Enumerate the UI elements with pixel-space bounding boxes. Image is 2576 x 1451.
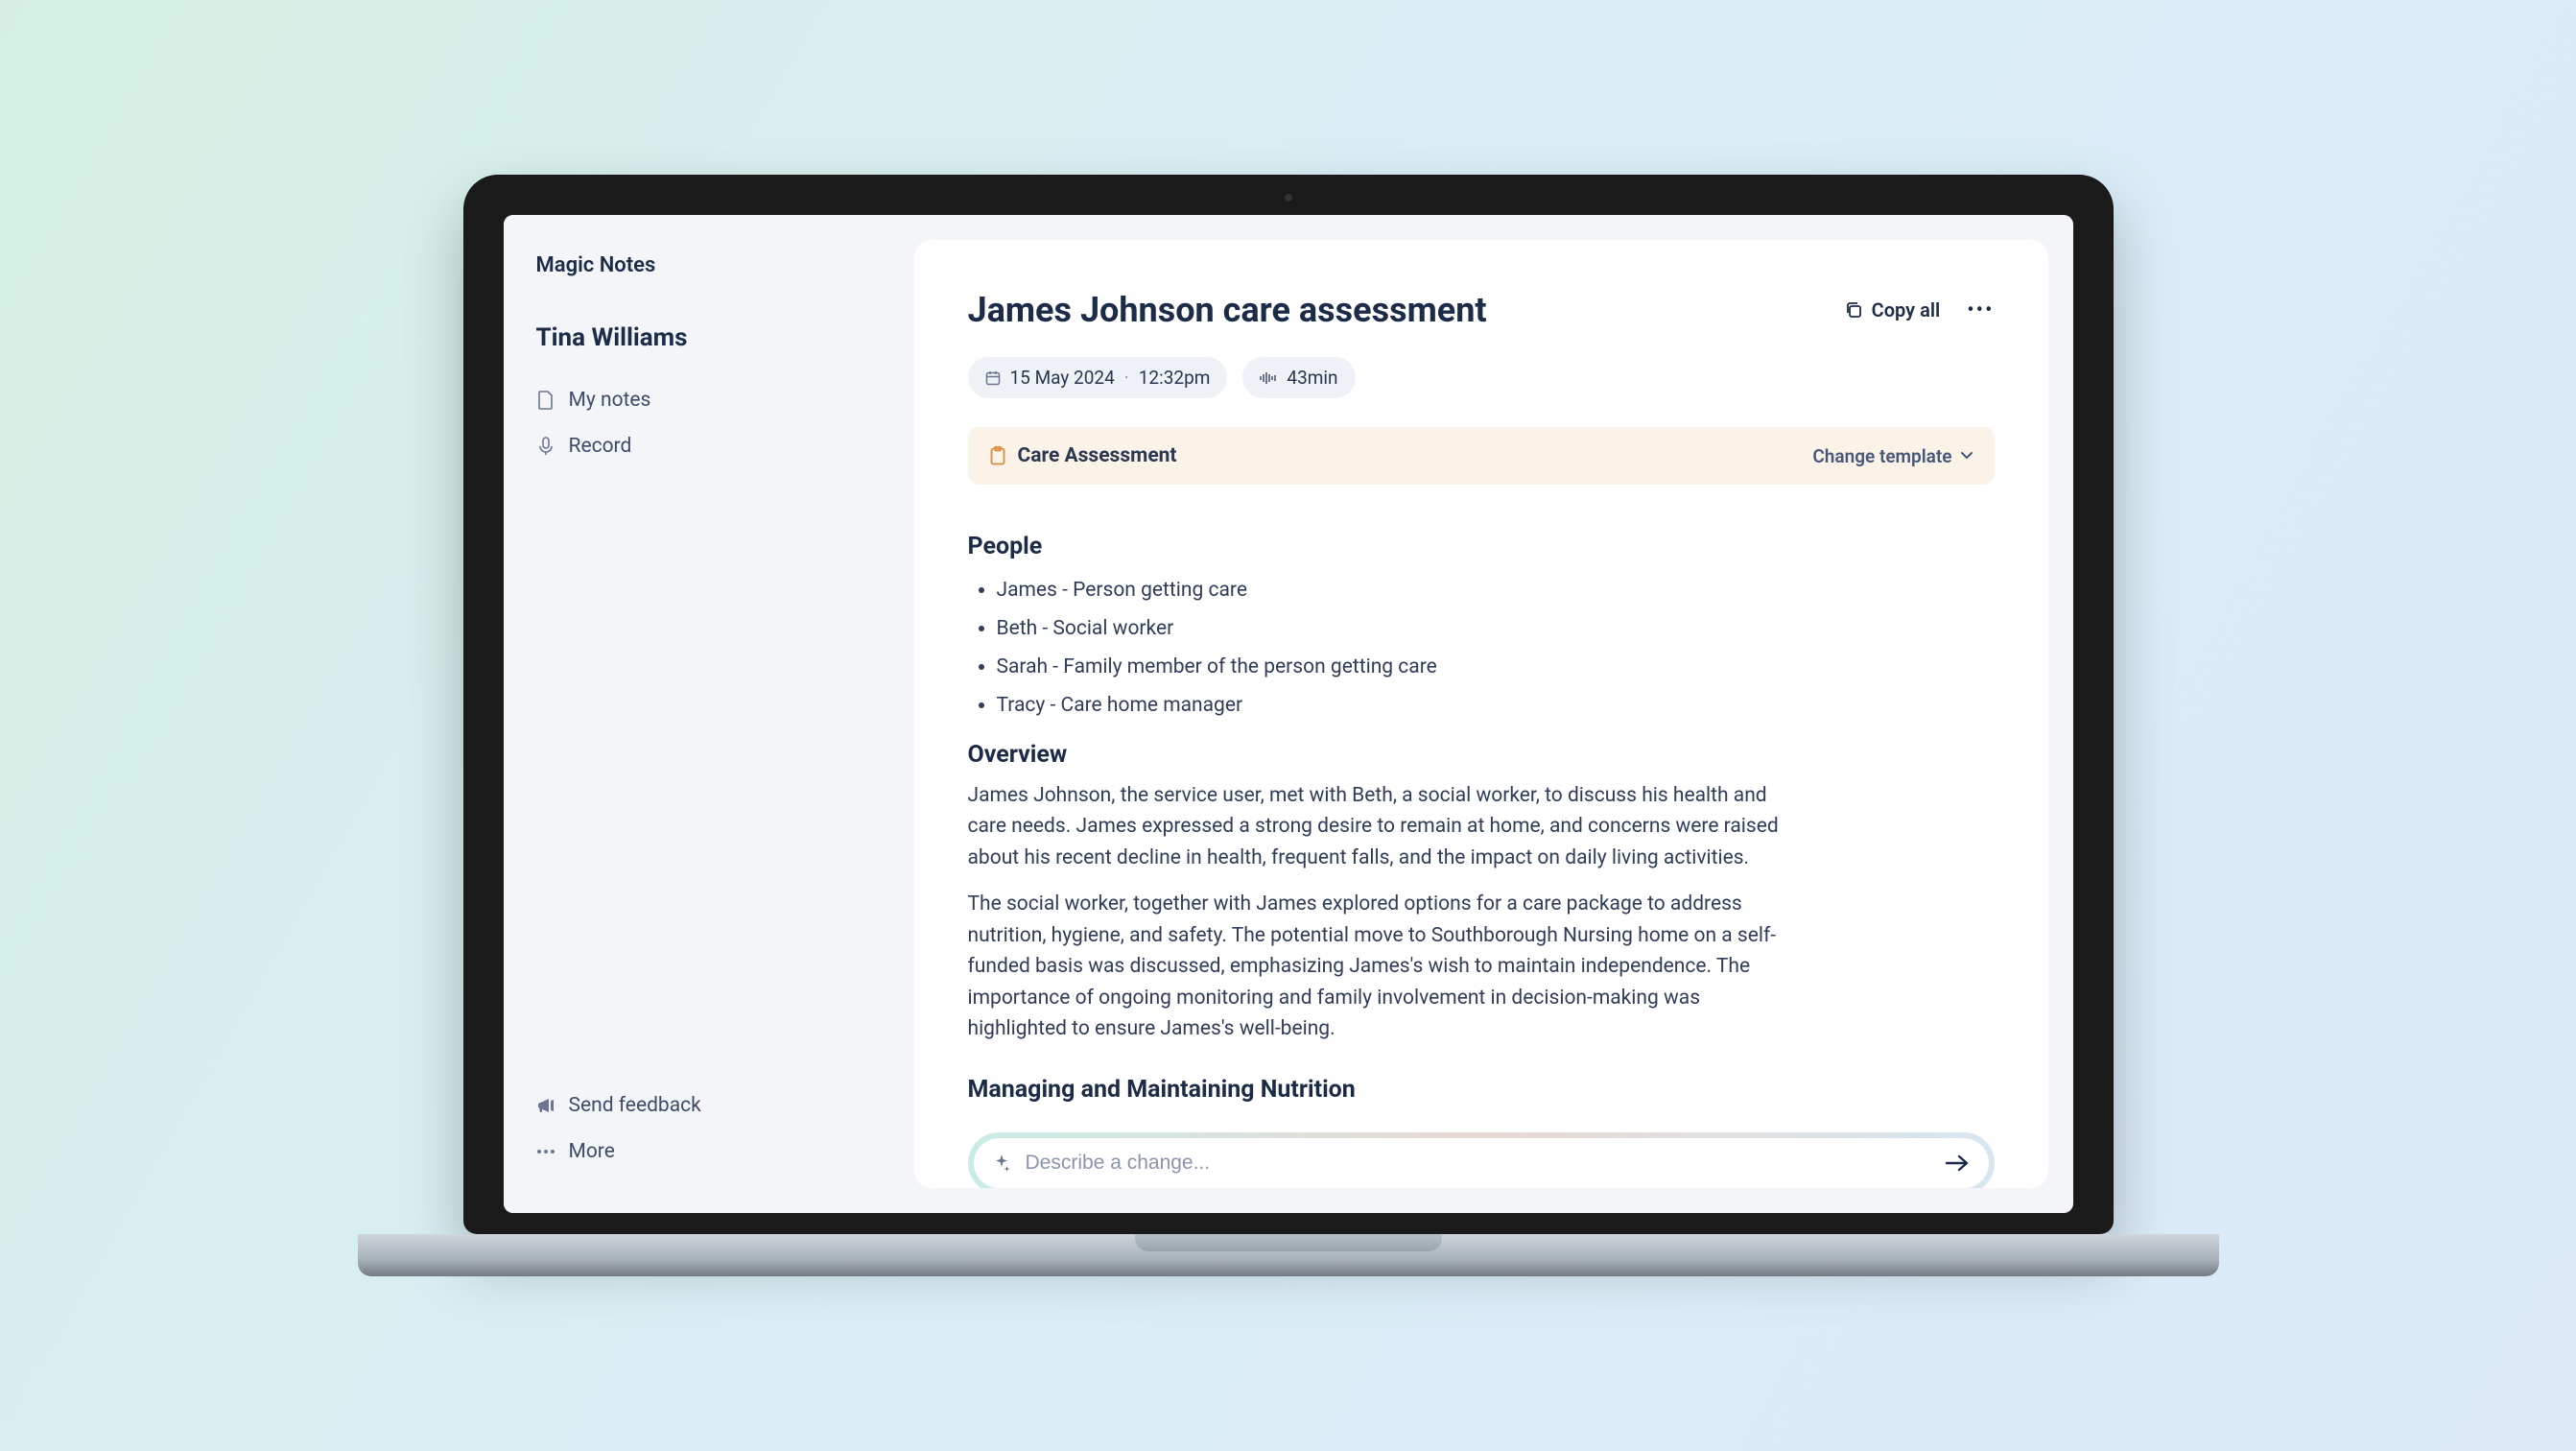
list-item: Beth - Social worker [997, 610, 1995, 649]
send-button[interactable] [1945, 1154, 1970, 1173]
user-name: Tina Williams [536, 323, 874, 352]
duration-pill: 43min [1242, 357, 1355, 398]
app-window: Magic Notes Tina Williams My notes Recor… [504, 215, 2073, 1213]
laptop-base [358, 1234, 2219, 1276]
page-title: James Johnson care assessment [968, 290, 1487, 330]
sidebar-item-feedback[interactable]: Send feedback [536, 1082, 874, 1129]
section-title-people: People [968, 533, 1995, 560]
date-text: 15 May 2024 [1010, 367, 1115, 389]
sidebar-item-more[interactable]: More [536, 1129, 874, 1175]
megaphone-icon [536, 1096, 555, 1115]
meta-separator: · [1124, 367, 1129, 389]
template-banner: Care Assessment Change template [968, 427, 1995, 485]
brand-title: Magic Notes [536, 253, 874, 277]
sidebar-item-record[interactable]: Record [536, 423, 874, 469]
dots-horizontal-icon: ••• [1967, 298, 1994, 322]
laptop-camera [1285, 194, 1292, 202]
people-list: James - Person getting care Beth - Socia… [968, 572, 1995, 726]
clipboard-icon [989, 446, 1006, 465]
change-template-label: Change template [1812, 445, 1951, 467]
laptop-hinge-notch [1135, 1234, 1442, 1251]
document-icon [536, 391, 555, 410]
arrow-right-icon [1945, 1154, 1970, 1173]
sidebar-item-label: Record [569, 435, 632, 458]
change-template-button[interactable]: Change template [1812, 445, 1973, 467]
overview-body: James Johnson, the service user, met wit… [968, 780, 1995, 1060]
main-content: James Johnson care assessment Copy all •… [914, 240, 2048, 1188]
time-text: 12:32pm [1139, 367, 1211, 389]
meta-row: 15 May 2024 · 12:32pm 43min [968, 357, 1995, 398]
template-name: Care Assessment [1018, 444, 1177, 467]
calendar-icon [985, 370, 1001, 386]
doc-header: James Johnson care assessment Copy all •… [968, 290, 1995, 330]
waveform-icon [1260, 371, 1277, 385]
list-item: Tracy - Care home manager [997, 687, 1995, 726]
laptop-bezel: Magic Notes Tina Williams My notes Recor… [463, 175, 2114, 1234]
sidebar-item-label: More [569, 1140, 615, 1163]
list-item: Sarah - Family member of the person gett… [997, 649, 1995, 687]
overview-paragraph: The social worker, together with James e… [968, 889, 1803, 1045]
laptop-mockup: Magic Notes Tina Williams My notes Recor… [463, 175, 2114, 1276]
overview-paragraph: James Johnson, the service user, met wit… [968, 780, 1803, 874]
prompt-input[interactable] [1026, 1152, 1929, 1175]
sidebar-item-label: My notes [569, 389, 651, 412]
prompt-gradient-border [968, 1132, 1995, 1188]
section-title-overview: Overview [968, 741, 1995, 769]
sparkle-icon [993, 1154, 1010, 1172]
duration-text: 43min [1287, 367, 1337, 389]
sidebar-item-label: Send feedback [569, 1094, 701, 1117]
copy-all-button[interactable]: Copy all [1845, 298, 1941, 321]
dots-icon [536, 1142, 555, 1161]
section-title-nutrition: Managing and Maintaining Nutrition [968, 1076, 1995, 1104]
prompt-area [968, 1115, 1995, 1188]
chevron-down-icon [1960, 451, 1973, 461]
header-actions: Copy all ••• [1845, 298, 1995, 322]
more-actions-button[interactable]: ••• [1967, 298, 1994, 322]
copy-icon [1845, 301, 1862, 319]
copy-all-label: Copy all [1872, 298, 1941, 321]
sidebar: Magic Notes Tina Williams My notes Recor… [504, 215, 907, 1213]
prompt-bar [974, 1138, 1989, 1188]
sidebar-item-my-notes[interactable]: My notes [536, 377, 874, 423]
list-item: James - Person getting care [997, 572, 1995, 610]
date-pill: 15 May 2024 · 12:32pm [968, 357, 1228, 398]
mic-icon [536, 437, 555, 456]
